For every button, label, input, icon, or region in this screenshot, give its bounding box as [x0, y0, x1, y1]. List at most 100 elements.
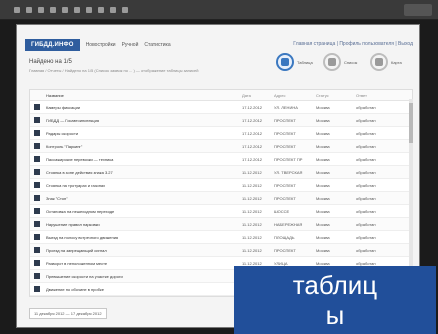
toggle-label: Карта	[391, 59, 402, 65]
table-cell: Москва	[316, 156, 330, 162]
table-cell: ПРОСПЕКТ	[274, 143, 296, 149]
row-checkbox[interactable]	[30, 286, 44, 292]
row-icon	[34, 208, 40, 214]
table-cell: Знак "Стоп"	[46, 195, 68, 201]
table-cell: Контроль "Паркинг"	[46, 143, 83, 149]
table-cell: Выезд на полосу встречного движения	[46, 234, 119, 240]
row-checkbox[interactable]	[30, 117, 44, 123]
table-cell: 11.12.2012	[242, 195, 262, 201]
window-control[interactable]	[404, 4, 432, 16]
table-cell: 11.12.2012	[242, 182, 262, 188]
header-cell[interactable]: Дата	[242, 93, 274, 98]
toolbar-icon[interactable]	[26, 6, 32, 13]
table-row[interactable]: Остановка на пешеходном переходе 11.12.20…	[30, 205, 412, 218]
row-checkbox[interactable]	[30, 156, 44, 162]
table-cell: Москва	[316, 143, 330, 149]
toolbar-icon[interactable]	[74, 6, 80, 13]
breadcrumb: Главная / Отчеты / Найдено на 1/5 (Списо…	[29, 68, 199, 73]
scrollbar-thumb[interactable]	[409, 103, 413, 143]
toggle-list[interactable]: Список	[323, 53, 362, 71]
row-icon	[34, 260, 40, 266]
row-checkbox[interactable]	[30, 169, 44, 175]
nav-link[interactable]: Статистика	[144, 42, 170, 48]
row-checkbox[interactable]	[30, 221, 44, 227]
header-cell[interactable]: Адрес	[274, 93, 316, 98]
header-cell[interactable]: Ответ	[356, 93, 396, 98]
table-cell: Стоянка в зоне действия знака 3.27	[46, 169, 113, 175]
table-cell: Москва	[316, 247, 330, 253]
table-cell: обработан	[356, 182, 376, 188]
table-cell: обработан	[356, 143, 376, 149]
table-cell: обработан	[356, 208, 376, 214]
caption-line: таблиц	[292, 270, 378, 300]
row-checkbox[interactable]	[30, 234, 44, 240]
table-cell: 11.12.2012	[242, 221, 262, 227]
table-icon[interactable]	[276, 53, 294, 71]
table-cell: Москва	[316, 195, 330, 201]
table-cell: Москва	[316, 260, 330, 266]
row-checkbox[interactable]	[30, 143, 44, 149]
row-checkbox[interactable]	[30, 208, 44, 214]
row-icon	[34, 130, 40, 136]
table-cell: 17.12.2012	[242, 104, 263, 110]
table-row[interactable]: Стоянка на тротуарах и газонах 11.12.2012…	[30, 179, 412, 192]
user-menu[interactable]: Главная страница | Профиль пользователя …	[293, 41, 413, 47]
row-icon	[34, 169, 40, 175]
date-range-button[interactable]: 11 декабря 2012 — 17 декабря 2012	[29, 308, 107, 319]
header-cell[interactable]: Статус	[316, 93, 356, 98]
table-cell: Пассажирские перевозки — техника	[46, 156, 114, 162]
header-cell[interactable]: Название	[44, 93, 242, 98]
toolbar-icon[interactable]	[62, 6, 68, 13]
row-checkbox[interactable]	[30, 273, 44, 279]
caption-line: ы	[325, 300, 345, 330]
table-cell: ПЛОЩАДЬ	[274, 234, 295, 240]
toolbar-icon[interactable]	[98, 6, 104, 13]
list-icon[interactable]	[323, 53, 341, 71]
toolbar-icon[interactable]	[86, 6, 92, 13]
row-checkbox[interactable]	[30, 104, 44, 110]
row-icon	[34, 143, 40, 149]
toolbar-icon[interactable]	[110, 6, 116, 13]
row-icon	[34, 273, 40, 279]
table-cell: 11.12.2012	[242, 234, 262, 240]
table-row[interactable]: Контроль "Паркинг" 17.12.2012 ПРОСПЕКТ Моск…	[30, 140, 412, 153]
row-icon	[34, 234, 40, 240]
row-checkbox[interactable]	[30, 182, 44, 188]
table-row[interactable]: Знак "Стоп" 11.12.2012 ПРОСПЕКТ Москва обраб…	[30, 192, 412, 205]
row-icon	[34, 221, 40, 227]
table-row[interactable]: Нарушение правил парковки 11.12.2012 НАБЕР…	[30, 218, 412, 231]
table-row[interactable]: Стоянка в зоне действия знака 3.27 11.12.…	[30, 166, 412, 179]
row-checkbox[interactable]	[30, 260, 44, 266]
table-row[interactable]: Пассажирские перевозки — техника 17.12.20…	[30, 153, 412, 166]
table-cell: Москва	[316, 104, 330, 110]
brand-logo[interactable]: ГИБДД.ИНФО	[25, 39, 80, 51]
table-cell: ГИБДД — Госавтоинспекция	[46, 117, 99, 123]
table-cell: УЛ. ЛЕНИНА	[274, 104, 298, 110]
toggle-table[interactable]: Таблица	[276, 53, 315, 71]
row-checkbox[interactable]	[30, 130, 44, 136]
row-checkbox[interactable]	[30, 195, 44, 201]
nav-link[interactable]: Ручной	[122, 42, 139, 48]
row-icon	[34, 247, 40, 253]
table-row[interactable]: Проезд на запрещающий сигнал 11.12.2012 ПР…	[30, 244, 412, 257]
table-cell: ПРОСПЕКТ ПР	[274, 156, 303, 162]
toolbar-icon[interactable]	[122, 6, 128, 13]
table-cell: ПРОСПЕКТ	[274, 247, 296, 253]
toolbar-icon[interactable]	[38, 6, 44, 13]
toolbar-icon[interactable]	[50, 6, 56, 13]
table-row[interactable]: ГИБДД — Госавтоинспекция 17.12.2012 ПРОСПЕ…	[30, 114, 412, 127]
toolbar-icon[interactable]	[14, 6, 20, 13]
table-cell: обработан	[356, 169, 376, 175]
map-icon[interactable]	[370, 53, 388, 71]
table-row[interactable]: Камеры фиксации 17.12.2012 УЛ. ЛЕНИНА Москв…	[30, 101, 412, 114]
table-cell: ПРОСПЕКТ	[274, 130, 296, 136]
table-row[interactable]: Радары скорости 17.12.2012 ПРОСПЕКТ Москва о…	[30, 127, 412, 140]
table-cell: Разворот в неположенном месте	[46, 260, 108, 266]
caption-overlay: таблиц ы	[234, 266, 436, 334]
nav-link[interactable]: Новостройки	[86, 42, 116, 48]
row-checkbox[interactable]	[30, 247, 44, 253]
toggle-map[interactable]: Карта	[370, 53, 409, 71]
table-row[interactable]: Выезд на полосу встречного движения 11.12…	[30, 231, 412, 244]
row-icon	[34, 182, 40, 188]
table-cell: обработан	[356, 247, 376, 253]
